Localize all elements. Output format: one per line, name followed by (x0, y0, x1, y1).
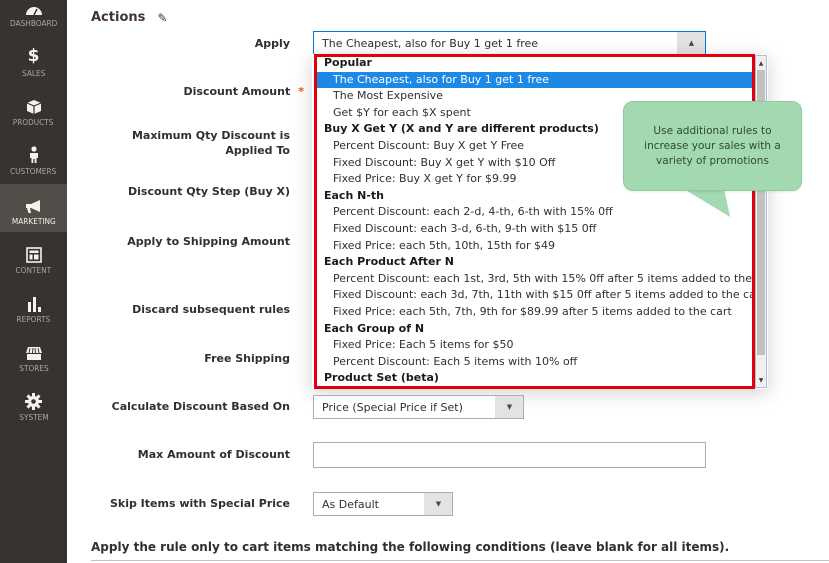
discard-rules-label: Discard subsequent rules (132, 303, 290, 316)
skip-special-label: Skip Items with Special Price (109, 497, 290, 510)
dashboard-icon (25, 0, 43, 16)
sidebar-item-label: Dashboard (9, 19, 58, 28)
sidebar-item-reports[interactable]: Reports (0, 282, 67, 330)
max-amount-label: Max Amount of Discount (137, 448, 290, 461)
sidebar-item-label: Products (13, 118, 54, 127)
megaphone-icon (25, 194, 43, 214)
chevron-down-icon[interactable]: ▼ (424, 493, 452, 515)
dropdown-option[interactable]: The Cheapest, also for Buy 1 get 1 free (314, 71, 754, 89)
dropdown-option[interactable]: Percent Discount: each 1st, 3rd, 5th wit… (314, 271, 754, 288)
max-amount-input[interactable] (313, 442, 706, 468)
scroll-down-icon[interactable]: ▼ (756, 374, 766, 386)
dropdown-option[interactable]: Fixed Price: each 5th, 7th, 9th for $89.… (314, 304, 754, 321)
promo-tooltip: Use additional rules to increase your sa… (623, 101, 802, 191)
dropdown-group-label: Popular (324, 56, 372, 69)
sidebar-item-system[interactable]: System (0, 380, 67, 428)
dollar-icon: $ (27, 46, 40, 66)
dropdown-option[interactable]: Fixed Price: Each 5 items for $50 (314, 337, 754, 354)
storefront-icon (25, 341, 43, 361)
dropdown-group-label: Each Product After N (324, 255, 454, 269)
sidebar-item-label: Customers (10, 167, 57, 176)
calc-based-label: Calculate Discount Based On (111, 400, 290, 413)
sidebar-item-dashboard[interactable]: Dashboard (0, 0, 67, 34)
bar-chart-icon (26, 292, 42, 312)
chevron-up-icon[interactable]: ▲ (677, 32, 705, 54)
discount-amount-label-text: Discount Amount (183, 85, 291, 98)
dropdown-option[interactable]: Percent Discount: Each 5 items with 10% … (314, 354, 754, 371)
skip-special-value: As Default (322, 497, 379, 511)
dropdown-option[interactable]: Percent Discount: each 2-d, 4-th, 6-th w… (314, 204, 754, 221)
sidebar-item-marketing[interactable]: Marketing (0, 184, 67, 232)
apply-select-value: The Cheapest, also for Buy 1 get 1 free (322, 36, 539, 50)
sidebar-item-sales[interactable]: $ Sales (0, 36, 67, 84)
max-qty-label: Maximum Qty Discount is Applied To (132, 128, 290, 158)
sidebar-item-label: Sales (21, 69, 46, 78)
max-qty-label-line1: Maximum Qty Discount is (131, 129, 290, 142)
tooltip-text: Use additional rules to increase your sa… (644, 124, 781, 167)
sidebar-item-products[interactable]: Products (0, 85, 67, 133)
scroll-up-icon[interactable]: ▲ (756, 57, 766, 69)
apply-shipping-label: Apply to Shipping Amount (127, 235, 290, 248)
discount-amount-label: Discount Amount * (184, 84, 305, 99)
apply-label: Apply (254, 37, 290, 50)
layout-icon (25, 243, 42, 263)
sidebar-item-label: Content (15, 266, 52, 275)
cube-icon (26, 95, 42, 115)
apply-select[interactable]: The Cheapest, also for Buy 1 get 1 free … (313, 31, 706, 55)
calc-based-select[interactable]: Price (Special Price if Set) ▼ (313, 395, 524, 419)
dropdown-group-label: Product Set (beta) (324, 371, 439, 385)
sidebar-item-label: Reports (16, 315, 51, 324)
conditions-title: Apply the rule only to cart items matchi… (91, 540, 730, 554)
calc-based-value: Price (Special Price if Set) (322, 400, 463, 414)
max-qty-label-line2: Applied To (225, 144, 290, 157)
dropdown-option[interactable]: Fixed Discount: each 3-d, 6-th, 9-th wit… (314, 221, 754, 238)
admin-sidebar: Dashboard $ Sales Products Customers Mar… (0, 0, 67, 563)
gear-icon (25, 390, 42, 410)
skip-special-select[interactable]: As Default ▼ (313, 492, 453, 516)
label-column: Apply Discount Amount * Maximum Qty Disco… (107, 0, 304, 563)
person-icon (28, 144, 40, 164)
dropdown-group-label: Each Group of N (324, 321, 425, 335)
discount-step-label: Discount Qty Step (Buy X) (128, 185, 290, 198)
chevron-down-icon[interactable]: ▼ (495, 396, 523, 418)
dropdown-option[interactable]: Fixed Price: each 5th, 10th, 15th for $4… (314, 238, 754, 255)
sidebar-item-customers[interactable]: Customers (0, 134, 67, 182)
required-marker: * (298, 85, 304, 98)
sidebar-item-label: System (18, 413, 49, 422)
free-shipping-label: Free Shipping (204, 352, 290, 365)
sidebar-item-stores[interactable]: Stores (0, 331, 67, 379)
sidebar-item-label: Stores (18, 364, 49, 373)
dropdown-option[interactable]: Fixed Discount: each 3d, 7th, 11th with … (314, 287, 754, 304)
sidebar-item-label: Marketing (11, 217, 56, 226)
divider (91, 560, 829, 561)
sidebar-item-content[interactable]: Content (0, 233, 67, 281)
